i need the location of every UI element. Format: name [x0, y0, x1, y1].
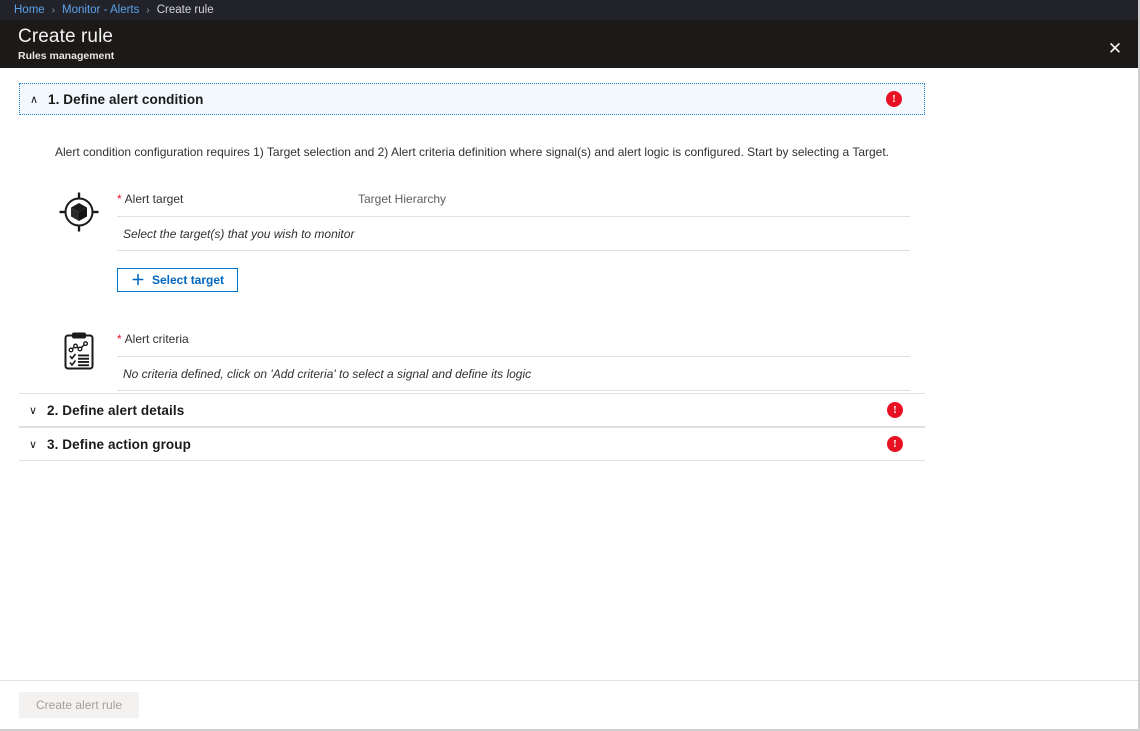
section-title-2: 2. Define alert details: [47, 402, 185, 418]
breadcrumb-separator: ›: [146, 4, 150, 16]
breadcrumb: Home › Monitor - Alerts › Create rule: [0, 0, 1138, 20]
divider-target-bottom: [117, 250, 910, 252]
alert-target-group: * Alert target Target Hierarchy Select t…: [0, 168, 1138, 308]
chevron-up-icon: ∧: [29, 93, 39, 106]
section-title-1: 1. Define alert condition: [48, 91, 204, 107]
chevron-down-icon: ∨: [28, 404, 38, 417]
status-badge-error-section-3: !: [887, 436, 903, 452]
select-target-button-wrap: ＋ Select target: [117, 268, 910, 292]
plus-icon: ＋: [131, 272, 145, 288]
section-header-define-alert-details[interactable]: ∨ 2. Define alert details !: [19, 393, 925, 427]
create-alert-rule-button[interactable]: Create alert rule: [19, 692, 140, 718]
section-description: Alert condition configuration requires 1…: [55, 145, 889, 159]
blade-content: ∧ 1. Define alert condition ! Alert cond…: [0, 68, 1138, 680]
section-title-3: 3. Define action group: [47, 436, 191, 452]
chevron-down-icon: ∨: [28, 438, 38, 451]
alert-target-label-row: * Alert target Target Hierarchy: [117, 192, 910, 212]
blade-title-bar: Create rule Rules management ✕: [0, 20, 1138, 68]
select-target-button-label: Select target: [152, 273, 225, 287]
divider-criteria-bottom: [117, 390, 910, 392]
breadcrumb-item-monitor-alerts[interactable]: Monitor - Alerts: [62, 4, 139, 16]
breadcrumb-item-home[interactable]: Home: [14, 4, 45, 16]
alert-target-fields: * Alert target Target Hierarchy Select t…: [117, 192, 910, 292]
page-title: Create rule: [18, 26, 114, 47]
create-rule-blade: Home › Monitor - Alerts › Create rule Cr…: [0, 0, 1140, 731]
page-subtitle: Rules management: [18, 50, 115, 62]
column-header-target-hierarchy: Target Hierarchy: [358, 192, 447, 206]
alert-criteria-label: Alert criteria: [124, 332, 189, 346]
blade-footer: Create alert rule: [0, 680, 1138, 729]
required-marker: *: [117, 192, 122, 206]
breadcrumb-item-create-rule: Create rule: [156, 4, 214, 16]
status-badge-error-section-2: !: [887, 402, 903, 418]
alert-criteria-label-row: * Alert criteria: [117, 332, 910, 352]
close-icon[interactable]: ✕: [1100, 34, 1130, 62]
select-target-button[interactable]: ＋ Select target: [117, 268, 239, 292]
clipboard-chart-checklist-icon: [55, 328, 103, 376]
section-header-define-alert-condition[interactable]: ∧ 1. Define alert condition !: [19, 83, 925, 115]
alert-target-label: Alert target: [124, 192, 184, 206]
section-header-define-action-group[interactable]: ∨ 3. Define action group !: [19, 427, 925, 461]
required-marker: *: [117, 332, 122, 346]
breadcrumb-separator: ›: [51, 4, 56, 16]
target-cube-icon: [55, 188, 103, 236]
status-badge-error-section-1: !: [886, 91, 902, 107]
alert-target-placeholder: Select the target(s) that you wish to mo…: [123, 227, 355, 241]
alert-criteria-placeholder: No criteria defined, click on 'Add crite…: [123, 367, 532, 381]
